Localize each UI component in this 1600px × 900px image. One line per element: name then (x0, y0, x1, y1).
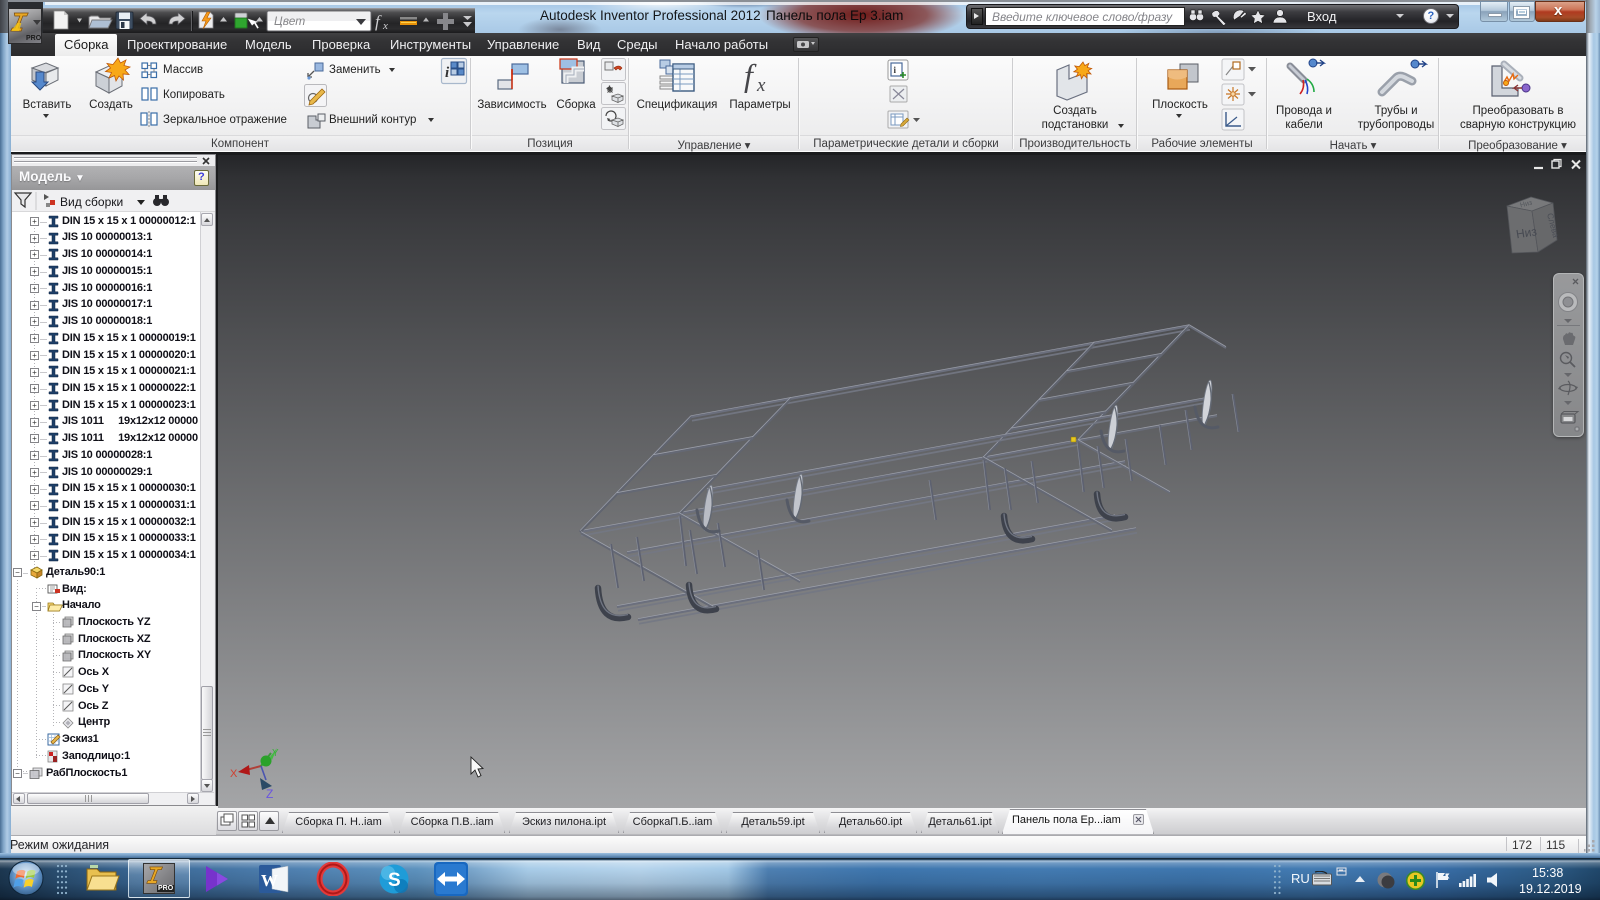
svg-text:f: f (744, 57, 757, 93)
svg-text:W: W (261, 871, 278, 890)
svg-text:X: X (230, 768, 238, 780)
svg-text:x: x (382, 20, 388, 32)
svg-text:Y: Y (272, 748, 279, 759)
svg-text:Z: Z (266, 787, 273, 801)
svg-text:f: f (375, 12, 382, 31)
svg-text:Цвет: Цвет (274, 14, 305, 28)
svg-text:x: x (756, 75, 766, 96)
svg-text:S: S (388, 870, 401, 891)
